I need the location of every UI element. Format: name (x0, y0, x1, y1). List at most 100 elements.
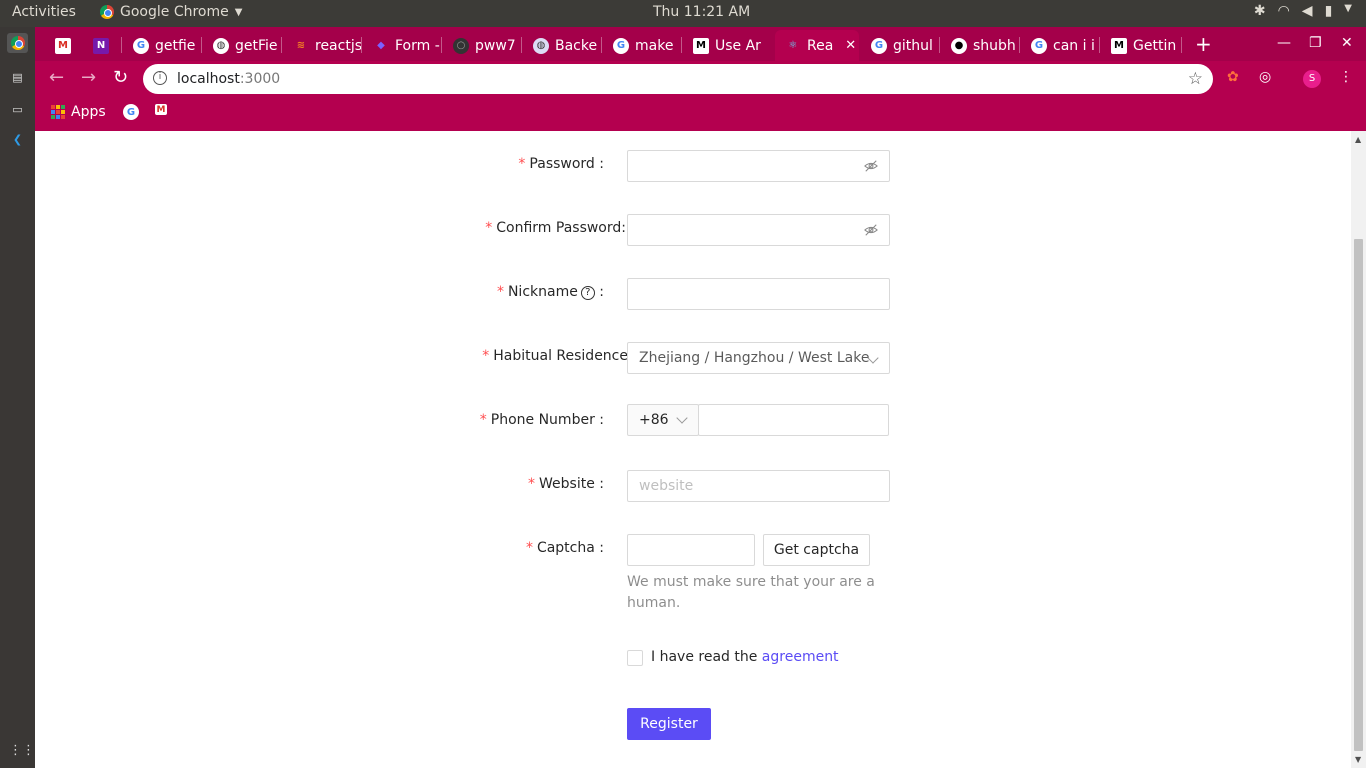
scroll-up-arrow[interactable]: ▲ (1355, 135, 1361, 144)
address-bar[interactable]: i localhost:3000 ☆ (143, 64, 1213, 94)
residence-value: Zhejiang / Hangzhou / West Lake (639, 350, 870, 366)
residence-cascader[interactable]: Zhejiang / Hangzhou / West Lake (627, 342, 890, 374)
get-captcha-button[interactable]: Get captcha (763, 534, 870, 566)
folder-icon: ▤ (12, 70, 23, 84)
tab[interactable]: N (83, 30, 121, 61)
app-menu[interactable]: Google Chrome ▼ (100, 4, 242, 20)
onenote-icon: N (93, 37, 109, 54)
gmail-icon: M (155, 104, 167, 115)
wifi-icon[interactable]: ◠ (1278, 3, 1290, 19)
battery-icon[interactable]: ▮ (1325, 3, 1333, 19)
website-placeholder: website (639, 478, 694, 494)
gmail-icon: M (55, 37, 71, 54)
medium-icon: M (693, 37, 709, 54)
slack-icon[interactable]: ✱ (1254, 3, 1266, 19)
extension-icon[interactable]: ✿ (1227, 69, 1239, 85)
info-icon[interactable]: i (153, 71, 167, 85)
phone-input[interactable] (698, 404, 889, 436)
agreement-link[interactable]: agreement (762, 649, 839, 665)
apps-bookmark[interactable]: Apps (51, 104, 106, 120)
tab[interactable]: G make (603, 30, 681, 61)
tab-title: reactjs (315, 37, 361, 54)
tab-title: make (635, 37, 674, 54)
phone-prefix-select[interactable]: +86 (627, 404, 699, 436)
agreement-checkbox[interactable] (627, 650, 643, 666)
terminal-icon: ▭ (12, 102, 23, 116)
website-input[interactable]: website (627, 470, 890, 502)
tab-title: Gettin (1133, 37, 1177, 54)
tab[interactable]: G githul (861, 30, 939, 61)
password-input[interactable] (627, 150, 890, 182)
tab-title: githul (893, 37, 933, 54)
tab-title: getFie (235, 37, 278, 54)
tab[interactable]: ◍ Backe (523, 30, 601, 61)
close-tab-icon[interactable]: ✕ (845, 38, 856, 53)
tab[interactable]: ◆ Form - (363, 30, 441, 61)
extension-target-icon[interactable]: ◎ (1259, 69, 1271, 85)
tab[interactable]: M (45, 30, 83, 61)
tab-title: pww7 (475, 37, 516, 54)
system-top-bar: Activities Google Chrome ▼ Thu 11:21 AM … (0, 0, 1366, 27)
tab[interactable]: ● shubh (941, 30, 1019, 61)
chrome-icon (10, 36, 25, 50)
tab[interactable]: M Gettin (1101, 30, 1181, 61)
restore-button[interactable]: ❐ (1309, 35, 1322, 51)
browser-toolbar: ← → ↻ i localhost:3000 ☆ ✿ ◎ S ⋮ (35, 61, 1366, 97)
gmail-bookmark[interactable]: M (155, 104, 167, 115)
question-circle-icon[interactable]: ? (580, 286, 595, 300)
forward-button[interactable]: → (81, 67, 96, 88)
profile-avatar[interactable]: S (1303, 70, 1321, 88)
react-icon: ⚛ (788, 40, 798, 51)
diamond-icon: ◆ (377, 40, 385, 51)
circle-icon: ○ (453, 37, 469, 54)
tab[interactable]: ◍ getFie (203, 30, 281, 61)
nickname-input[interactable] (627, 278, 890, 310)
tab[interactable]: G getfie (123, 30, 201, 61)
chrome-launcher[interactable] (7, 33, 28, 53)
tab-separator (681, 37, 682, 53)
url-text[interactable]: localhost:3000 (177, 71, 280, 87)
bookmark-star-icon[interactable]: ☆ (1188, 69, 1203, 89)
files-launcher[interactable]: ▤ (7, 67, 28, 87)
back-button[interactable]: ← (49, 67, 64, 88)
google-bookmark[interactable]: G (123, 104, 139, 120)
clock[interactable]: Thu 11:21 AM (653, 4, 750, 20)
apps-label: Apps (71, 104, 106, 120)
chevron-down-icon[interactable]: ▼ (1344, 3, 1352, 19)
tab[interactable]: ≋ reactjs (283, 30, 361, 61)
tab-title: shubh (973, 37, 1016, 54)
eye-invisible-icon[interactable] (864, 223, 878, 237)
vscode-launcher[interactable]: ❮ (7, 129, 28, 149)
tab-active[interactable]: ⚛ Rea ✕ (775, 30, 859, 61)
scroll-down-arrow[interactable]: ▼ (1355, 755, 1361, 764)
terminal-launcher[interactable]: ▭ (7, 99, 28, 119)
bookmarks-bar: Apps G M (35, 97, 1366, 131)
minimize-button[interactable]: — (1277, 35, 1291, 51)
tab[interactable]: ○ pww7 (443, 30, 521, 61)
tab-separator (1019, 37, 1020, 53)
register-button[interactable]: Register (627, 708, 711, 740)
tab[interactable]: M Use Ar (683, 30, 771, 61)
show-apps-icon[interactable]: ⋮⋮ (9, 743, 35, 758)
dock: ▤ ▭ ❮ ⋮⋮ (0, 27, 35, 768)
google-icon: G (613, 37, 629, 54)
tab-title: Form - (395, 37, 440, 54)
tab[interactable]: G can i i (1021, 30, 1099, 61)
captcha-input[interactable] (627, 534, 755, 566)
scrollbar-thumb[interactable] (1354, 239, 1363, 751)
close-window-button[interactable]: ✕ (1341, 35, 1353, 51)
activities-button[interactable]: Activities (12, 4, 76, 20)
confirm-password-input[interactable] (627, 214, 890, 246)
reload-button[interactable]: ↻ (113, 67, 128, 88)
globe-icon: ◍ (213, 37, 229, 54)
volume-icon[interactable]: ◀ (1302, 3, 1313, 19)
eye-invisible-icon[interactable] (864, 159, 878, 173)
system-tray[interactable]: ✱ ◠ ◀ ▮ ▼ (1254, 3, 1352, 19)
menu-icon[interactable]: ⋮ (1339, 69, 1353, 85)
page-scrollbar[interactable]: ▲ ▼ (1351, 131, 1366, 768)
tab-strip: M N G getfie ◍ getFie ≋ reactjs ◆ Form -… (35, 27, 1366, 61)
tab-separator (361, 37, 362, 53)
tab-title: can i i (1053, 37, 1095, 54)
google-icon: G (123, 104, 139, 120)
new-tab-button[interactable]: + (1195, 32, 1212, 56)
